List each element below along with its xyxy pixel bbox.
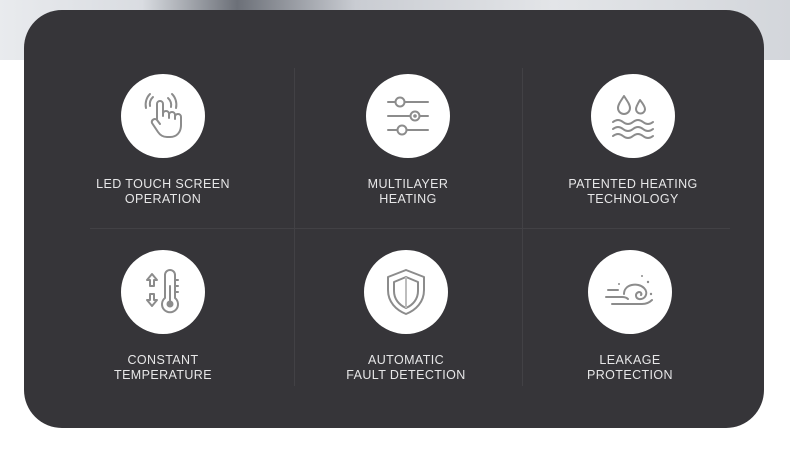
feature-leakage-protection: LEAKAGE PROTECTION: [515, 250, 745, 383]
feature-label: AUTOMATIC FAULT DETECTION: [346, 353, 466, 382]
feature-label: LEAKAGE PROTECTION: [587, 353, 673, 382]
leakage-wave-icon: [588, 250, 672, 334]
shield-icon: [364, 250, 448, 334]
slider-layers-icon: [366, 74, 450, 158]
feature-label: PATENTED HEATING TECHNOLOGY: [568, 177, 698, 206]
feature-label: CONSTANT TEMPERATURE: [114, 353, 212, 382]
thermometer-icon: [121, 250, 205, 334]
water-heat-icon: [591, 74, 675, 158]
grid-divider-horizontal: [90, 228, 730, 229]
feature-constant-temperature: CONSTANT TEMPERATURE: [48, 250, 278, 383]
feature-patented-heating: PATENTED HEATING TECHNOLOGY: [518, 74, 748, 207]
features-panel: LED TOUCH SCREEN OPERATION MULTILAYER HE…: [24, 10, 764, 428]
touch-hand-icon: [121, 74, 205, 158]
feature-led-touch-screen: LED TOUCH SCREEN OPERATION: [48, 74, 278, 207]
feature-multilayer-heating: MULTILAYER HEATING: [293, 74, 523, 207]
feature-label: LED TOUCH SCREEN OPERATION: [96, 177, 230, 206]
feature-automatic-fault-detection: AUTOMATIC FAULT DETECTION: [291, 250, 521, 383]
feature-label: MULTILAYER HEATING: [367, 177, 449, 206]
